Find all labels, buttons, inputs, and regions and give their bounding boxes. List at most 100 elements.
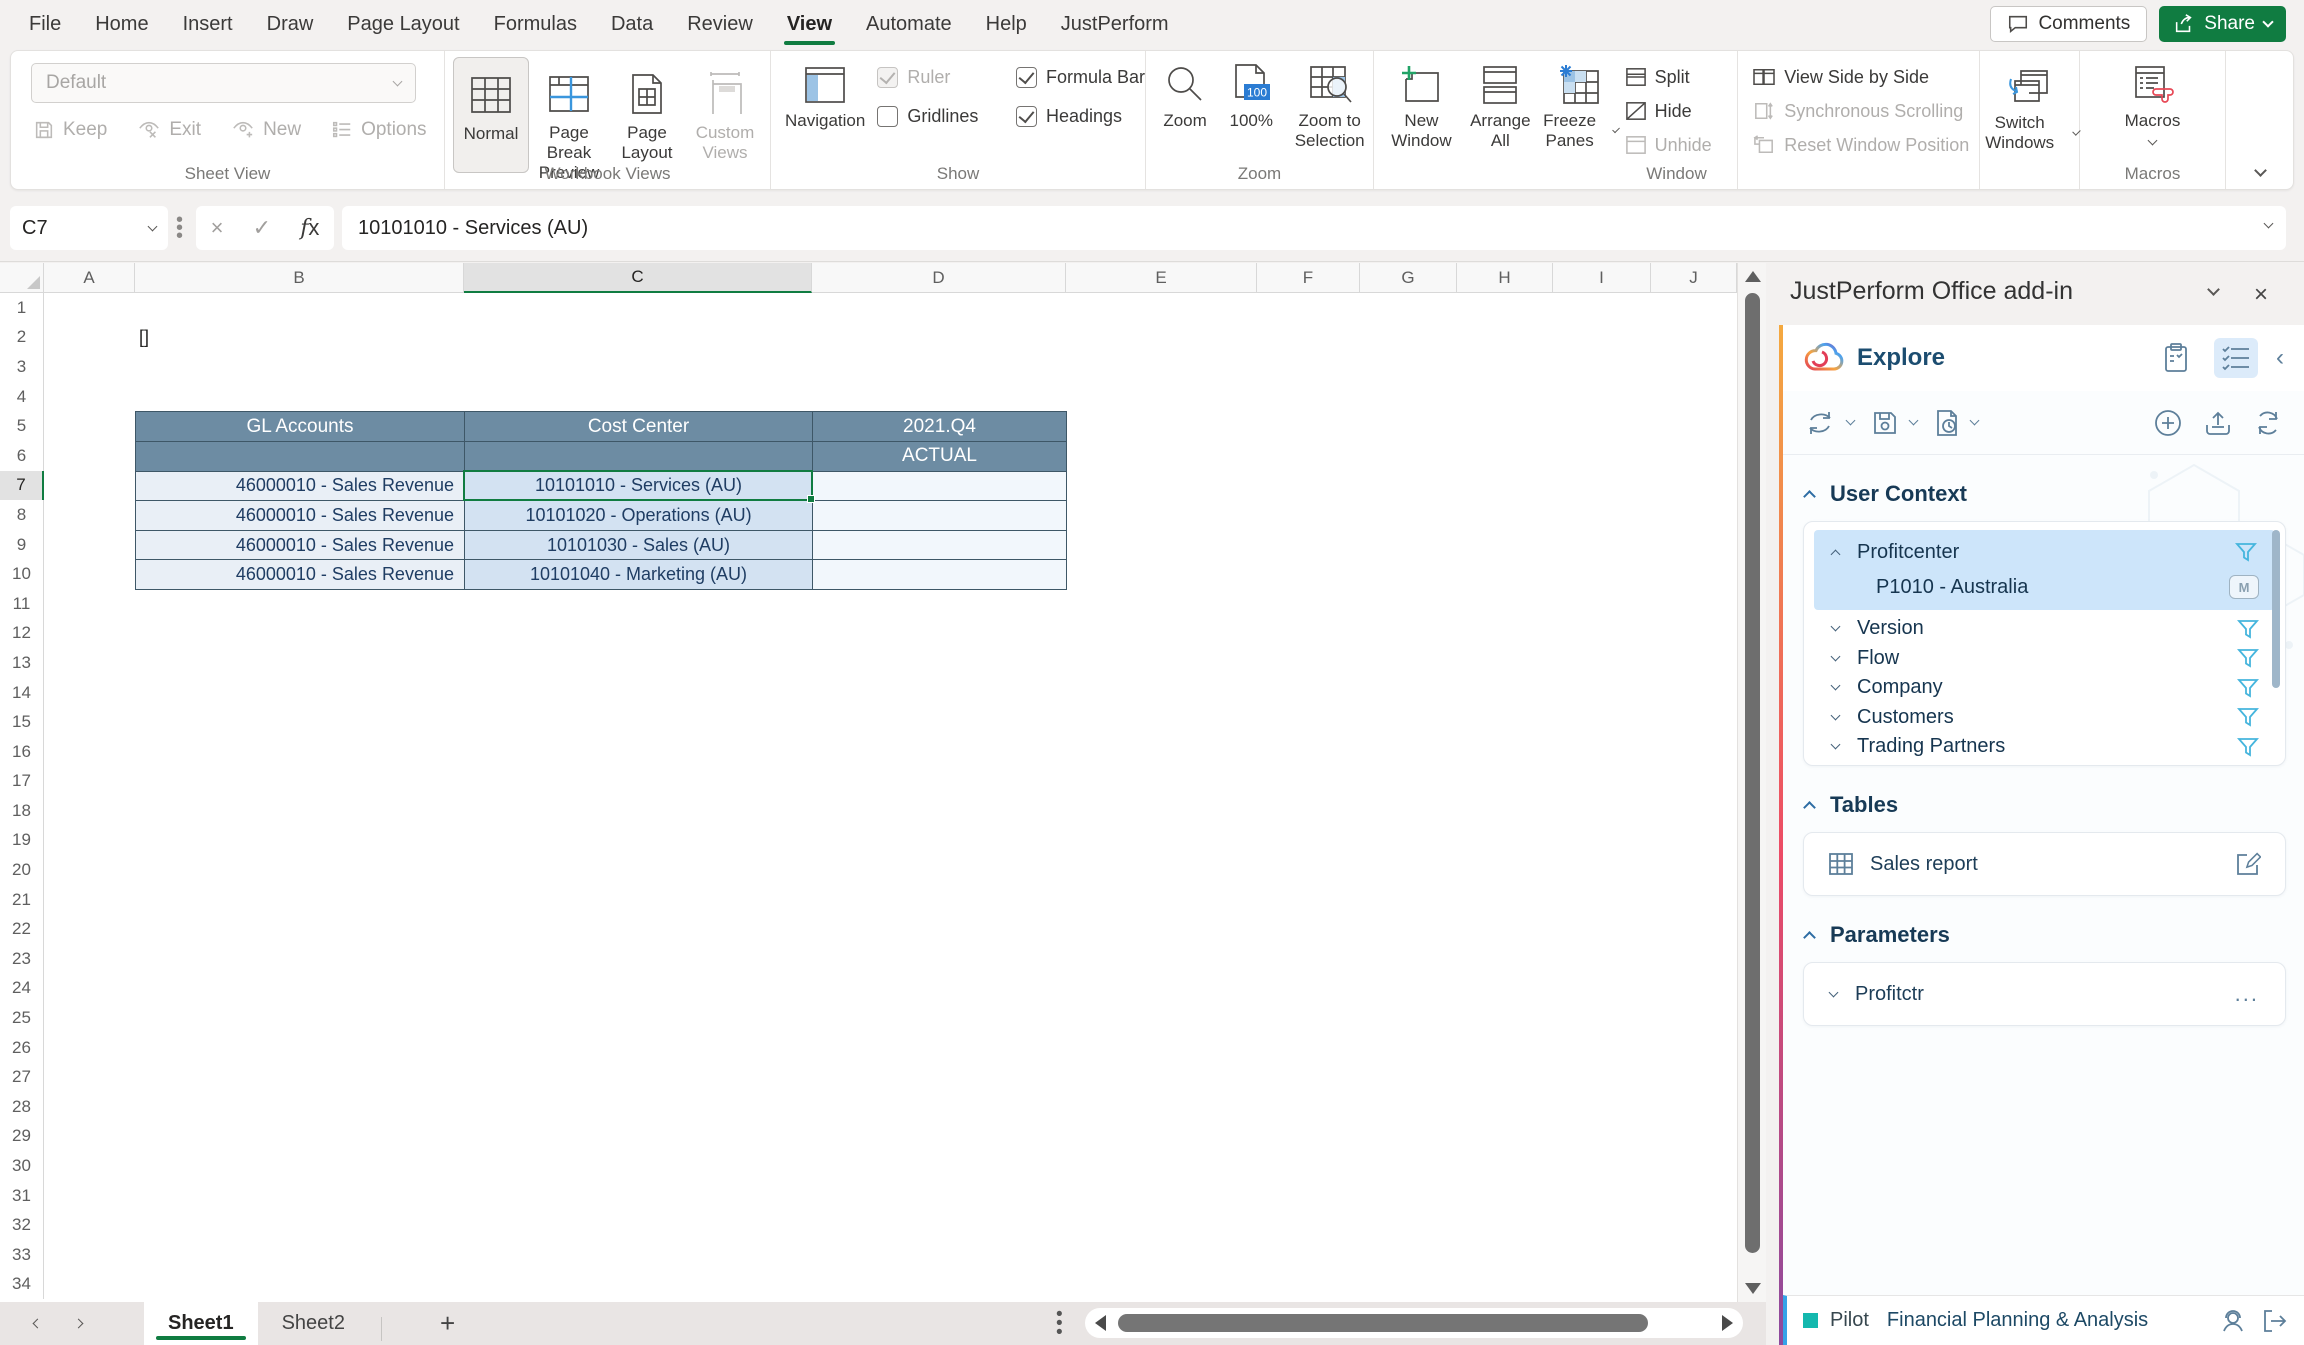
row-header-22[interactable]: 22 — [0, 914, 44, 944]
user-context-item-products[interactable]: Products — [1804, 762, 2285, 767]
table-cell[interactable]: 46000010 - Sales Revenue — [136, 560, 465, 590]
row-header-15[interactable]: 15 — [0, 707, 44, 737]
table-cell[interactable]: 10101030 - Sales (AU) — [465, 531, 813, 561]
ruler-checkbox[interactable]: Ruler — [877, 67, 994, 88]
expand-formula-bar-icon[interactable] — [2264, 219, 2274, 229]
column-header-b[interactable]: B — [135, 263, 464, 293]
row-header-13[interactable]: 13 — [0, 648, 44, 678]
checklist-view-button[interactable] — [2214, 338, 2258, 378]
column-header-g[interactable]: G — [1360, 263, 1457, 293]
table-cell[interactable]: 10101040 - Marketing (AU) — [465, 560, 813, 590]
table-cell[interactable]: Cost Center — [465, 412, 813, 442]
document-chevron-icon[interactable] — [1970, 416, 1980, 426]
insert-function-icon[interactable]: fx — [300, 215, 319, 241]
prev-sheet-icon[interactable] — [33, 1319, 43, 1329]
row-header-12[interactable]: 12 — [0, 619, 44, 649]
row-header-10[interactable]: 10 — [0, 559, 44, 589]
parameters-card[interactable]: Profitctr ... — [1803, 962, 2286, 1026]
user-context-member[interactable]: P1010 - AustraliaM — [1814, 570, 2275, 604]
name-box[interactable]: C7 — [10, 206, 168, 250]
collapse-ribbon-icon[interactable] — [2254, 164, 2267, 177]
scroll-down-icon[interactable] — [1745, 1283, 1761, 1294]
menu-tab-data[interactable]: Data — [594, 1, 670, 47]
unhide-button[interactable]: Unhide — [1625, 131, 1724, 159]
table-cell[interactable] — [813, 531, 1067, 561]
table-cell[interactable] — [813, 560, 1067, 590]
filter-icon[interactable] — [2237, 737, 2259, 757]
formula-bar-checkbox[interactable]: Formula Bar — [1016, 67, 1145, 88]
table-cell[interactable]: 10101020 - Operations (AU) — [465, 501, 813, 531]
cancel-icon[interactable]: × — [211, 215, 224, 241]
headings-checkbox[interactable]: Headings — [1016, 106, 1145, 127]
row-header-26[interactable]: 26 — [0, 1033, 44, 1063]
share-button[interactable]: Share — [2159, 6, 2286, 42]
row-header-9[interactable]: 9 — [0, 530, 44, 560]
formula-input[interactable]: 10101010 - Services (AU) — [342, 206, 2286, 250]
gridlines-checkbox[interactable]: Gridlines — [877, 106, 994, 127]
row-header-8[interactable]: 8 — [0, 500, 44, 530]
menu-tab-review[interactable]: Review — [670, 1, 770, 47]
row-header-7[interactable]: 7 — [0, 471, 44, 501]
row-header-27[interactable]: 27 — [0, 1062, 44, 1092]
row-header-30[interactable]: 30 — [0, 1151, 44, 1181]
row-header-34[interactable]: 34 — [0, 1270, 44, 1300]
card-scroll-thumb[interactable] — [2272, 530, 2280, 688]
horizontal-scrollbar[interactable] — [1085, 1308, 1743, 1338]
column-header-f[interactable]: F — [1257, 263, 1360, 293]
new-sheet-view-button[interactable]: New — [231, 119, 301, 141]
table-cell[interactable]: 46000010 - Sales Revenue — [136, 501, 465, 531]
row-header-32[interactable]: 32 — [0, 1210, 44, 1240]
exit-sheet-view-button[interactable]: Exit — [137, 119, 201, 141]
row-header-2[interactable]: 2 — [0, 323, 44, 353]
table-cell[interactable]: 2021.Q4 — [813, 412, 1067, 442]
row-header-18[interactable]: 18 — [0, 796, 44, 826]
sheet-tab-sheet1[interactable]: Sheet1 — [144, 1302, 258, 1345]
tables-header[interactable]: Tables — [1805, 792, 2304, 818]
row-header-4[interactable]: 4 — [0, 382, 44, 412]
filter-icon[interactable] — [2237, 707, 2259, 727]
table-cell[interactable]: ACTUAL — [813, 442, 1067, 472]
row-header-33[interactable]: 33 — [0, 1240, 44, 1270]
sheet-view-dropdown[interactable]: Default — [31, 63, 416, 103]
scrollbar-options-icon[interactable]: ••• — [1056, 1310, 1062, 1337]
column-header-h[interactable]: H — [1457, 263, 1553, 293]
table-cell[interactable]: 46000010 - Sales Revenue — [136, 531, 465, 561]
row-header-25[interactable]: 25 — [0, 1003, 44, 1033]
synchronous-scrolling-button[interactable]: Synchronous Scrolling — [1752, 97, 1979, 125]
sheet-tab-sheet2[interactable]: Sheet2 — [258, 1302, 369, 1345]
scroll-right-icon[interactable] — [1722, 1315, 1733, 1331]
select-all-corner[interactable] — [0, 263, 44, 293]
user-context-item-trading-partners[interactable]: Trading Partners — [1804, 732, 2285, 762]
filter-icon[interactable] — [2237, 619, 2259, 639]
scroll-up-icon[interactable] — [1745, 271, 1761, 282]
cell-b2[interactable]: [] — [139, 323, 149, 352]
vertical-scroll-thumb[interactable] — [1745, 293, 1760, 1253]
row-header-11[interactable]: 11 — [0, 589, 44, 619]
table-cell[interactable]: 10101010 - Services (AU) — [465, 472, 813, 502]
row-header-29[interactable]: 29 — [0, 1122, 44, 1152]
filter-icon[interactable] — [2237, 678, 2259, 698]
menu-tab-insert[interactable]: Insert — [166, 1, 250, 47]
scroll-left-icon[interactable] — [1095, 1315, 1106, 1331]
row-header-6[interactable]: 6 — [0, 441, 44, 471]
reset-window-position-button[interactable]: Reset Window Position — [1752, 131, 1979, 159]
row-header-17[interactable]: 17 — [0, 767, 44, 797]
menu-tab-home[interactable]: Home — [78, 1, 165, 47]
clipboard-view-button[interactable] — [2154, 338, 2198, 378]
upload-icon[interactable] — [2204, 409, 2232, 437]
table-cell[interactable]: 46000010 - Sales Revenue — [136, 472, 465, 502]
table-cell[interactable] — [813, 501, 1067, 531]
row-header-16[interactable]: 16 — [0, 737, 44, 767]
menu-tab-formulas[interactable]: Formulas — [477, 1, 594, 47]
enter-icon[interactable]: ✓ — [253, 215, 271, 241]
column-header-i[interactable]: I — [1553, 263, 1651, 293]
table-cell[interactable]: GL Accounts — [136, 412, 465, 442]
formula-bar-grip-icon[interactable]: ••• — [176, 216, 182, 240]
keep-button[interactable]: Keep — [33, 119, 107, 141]
vertical-scrollbar[interactable] — [1737, 263, 1766, 1302]
user-context-item-company[interactable]: Company — [1804, 673, 2285, 703]
next-sheet-icon[interactable] — [74, 1319, 84, 1329]
edit-icon[interactable] — [2235, 851, 2261, 877]
refresh-chevron-icon[interactable] — [1846, 416, 1856, 426]
column-header-j[interactable]: J — [1651, 263, 1737, 293]
